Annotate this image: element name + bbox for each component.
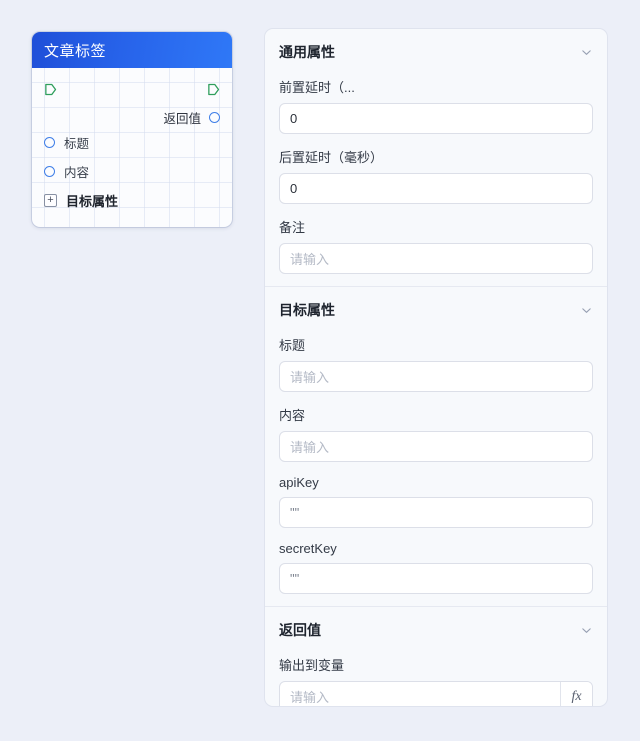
field-output-variable: 输出到变量 请输入 fx xyxy=(265,647,607,706)
field-label: 前置延时（... xyxy=(279,80,355,95)
apikey-value: "" xyxy=(290,505,300,520)
input-data-port-icon[interactable] xyxy=(44,137,55,148)
node-body: 返回值 标题 内容 + 目标属性 xyxy=(32,68,232,227)
field-pre-delay: 前置延时（... 0 xyxy=(265,69,607,139)
section-return-value: 返回值 输出到变量 请输入 fx xyxy=(265,606,607,706)
section-header[interactable]: 通用属性 xyxy=(265,29,607,69)
node-input-title[interactable]: 标题 xyxy=(44,128,220,157)
flow-in-port-icon[interactable] xyxy=(44,83,57,96)
return-port-row: 返回值 xyxy=(44,106,220,128)
field-content: 内容 请输入 xyxy=(265,397,607,467)
node-input-label: 内容 xyxy=(64,166,90,180)
post-delay-input[interactable]: 0 xyxy=(279,173,593,204)
field-post-delay: 后置延时（毫秒） 0 xyxy=(265,139,607,209)
secretkey-input[interactable]: "" xyxy=(279,563,593,594)
section-title: 通用属性 xyxy=(279,44,335,60)
apikey-input[interactable]: "" xyxy=(279,497,593,528)
node-group-target-props[interactable]: + 目标属性 xyxy=(44,186,220,215)
field-label: apiKey xyxy=(279,475,319,490)
section-general-properties: 通用属性 前置延时（... 0 后置延时（毫秒） 0 备注 请输入 xyxy=(265,29,607,286)
node-card[interactable]: 文章标签 返回值 标题 内容 + 目标属性 xyxy=(32,32,232,227)
pre-delay-input[interactable]: 0 xyxy=(279,103,593,134)
node-input-content[interactable]: 内容 xyxy=(44,157,220,186)
field-title: 标题 请输入 xyxy=(265,327,607,397)
title-input[interactable]: 请输入 xyxy=(279,361,593,392)
chevron-down-icon[interactable] xyxy=(580,304,593,317)
return-data-port-icon[interactable] xyxy=(209,111,220,123)
fx-button[interactable]: fx xyxy=(560,682,592,706)
input-data-port-icon[interactable] xyxy=(44,166,55,177)
output-variable-group: 请输入 fx xyxy=(279,681,593,706)
chevron-down-icon[interactable] xyxy=(580,624,593,637)
content-input[interactable]: 请输入 xyxy=(279,431,593,462)
section-title: 目标属性 xyxy=(279,302,335,318)
field-label: 标题 xyxy=(279,338,306,353)
remark-input[interactable]: 请输入 xyxy=(279,243,593,274)
section-target-properties: 目标属性 标题 请输入 内容 请输入 apiKey "" secretKey "… xyxy=(265,286,607,606)
properties-panel: 通用属性 前置延时（... 0 后置延时（毫秒） 0 备注 请输入 目标属性 标… xyxy=(264,28,608,707)
field-apikey: apiKey "" xyxy=(265,467,607,533)
field-label: 后置延时（毫秒） xyxy=(279,150,384,165)
chevron-down-icon[interactable] xyxy=(580,46,593,59)
field-label: secretKey xyxy=(279,541,337,556)
field-secretkey: secretKey "" xyxy=(265,533,607,606)
section-header[interactable]: 目标属性 xyxy=(265,287,607,327)
node-header[interactable]: 文章标签 xyxy=(32,32,232,68)
field-label: 输出到变量 xyxy=(279,658,345,673)
node-input-label: 标题 xyxy=(64,137,90,151)
node-group-label: 目标属性 xyxy=(66,194,119,209)
secretkey-value: "" xyxy=(290,571,300,586)
field-label: 备注 xyxy=(279,220,306,235)
field-label: 内容 xyxy=(279,408,306,423)
field-remark: 备注 请输入 xyxy=(265,209,607,286)
section-title: 返回值 xyxy=(279,622,321,638)
return-port-label: 返回值 xyxy=(163,111,201,126)
flow-port-row xyxy=(44,78,220,100)
output-variable-input[interactable]: 请输入 xyxy=(280,682,560,706)
flow-out-port-icon[interactable] xyxy=(207,83,220,96)
expand-plus-icon[interactable]: + xyxy=(44,194,57,207)
section-header[interactable]: 返回值 xyxy=(265,607,607,647)
node-title: 文章标签 xyxy=(44,42,107,60)
